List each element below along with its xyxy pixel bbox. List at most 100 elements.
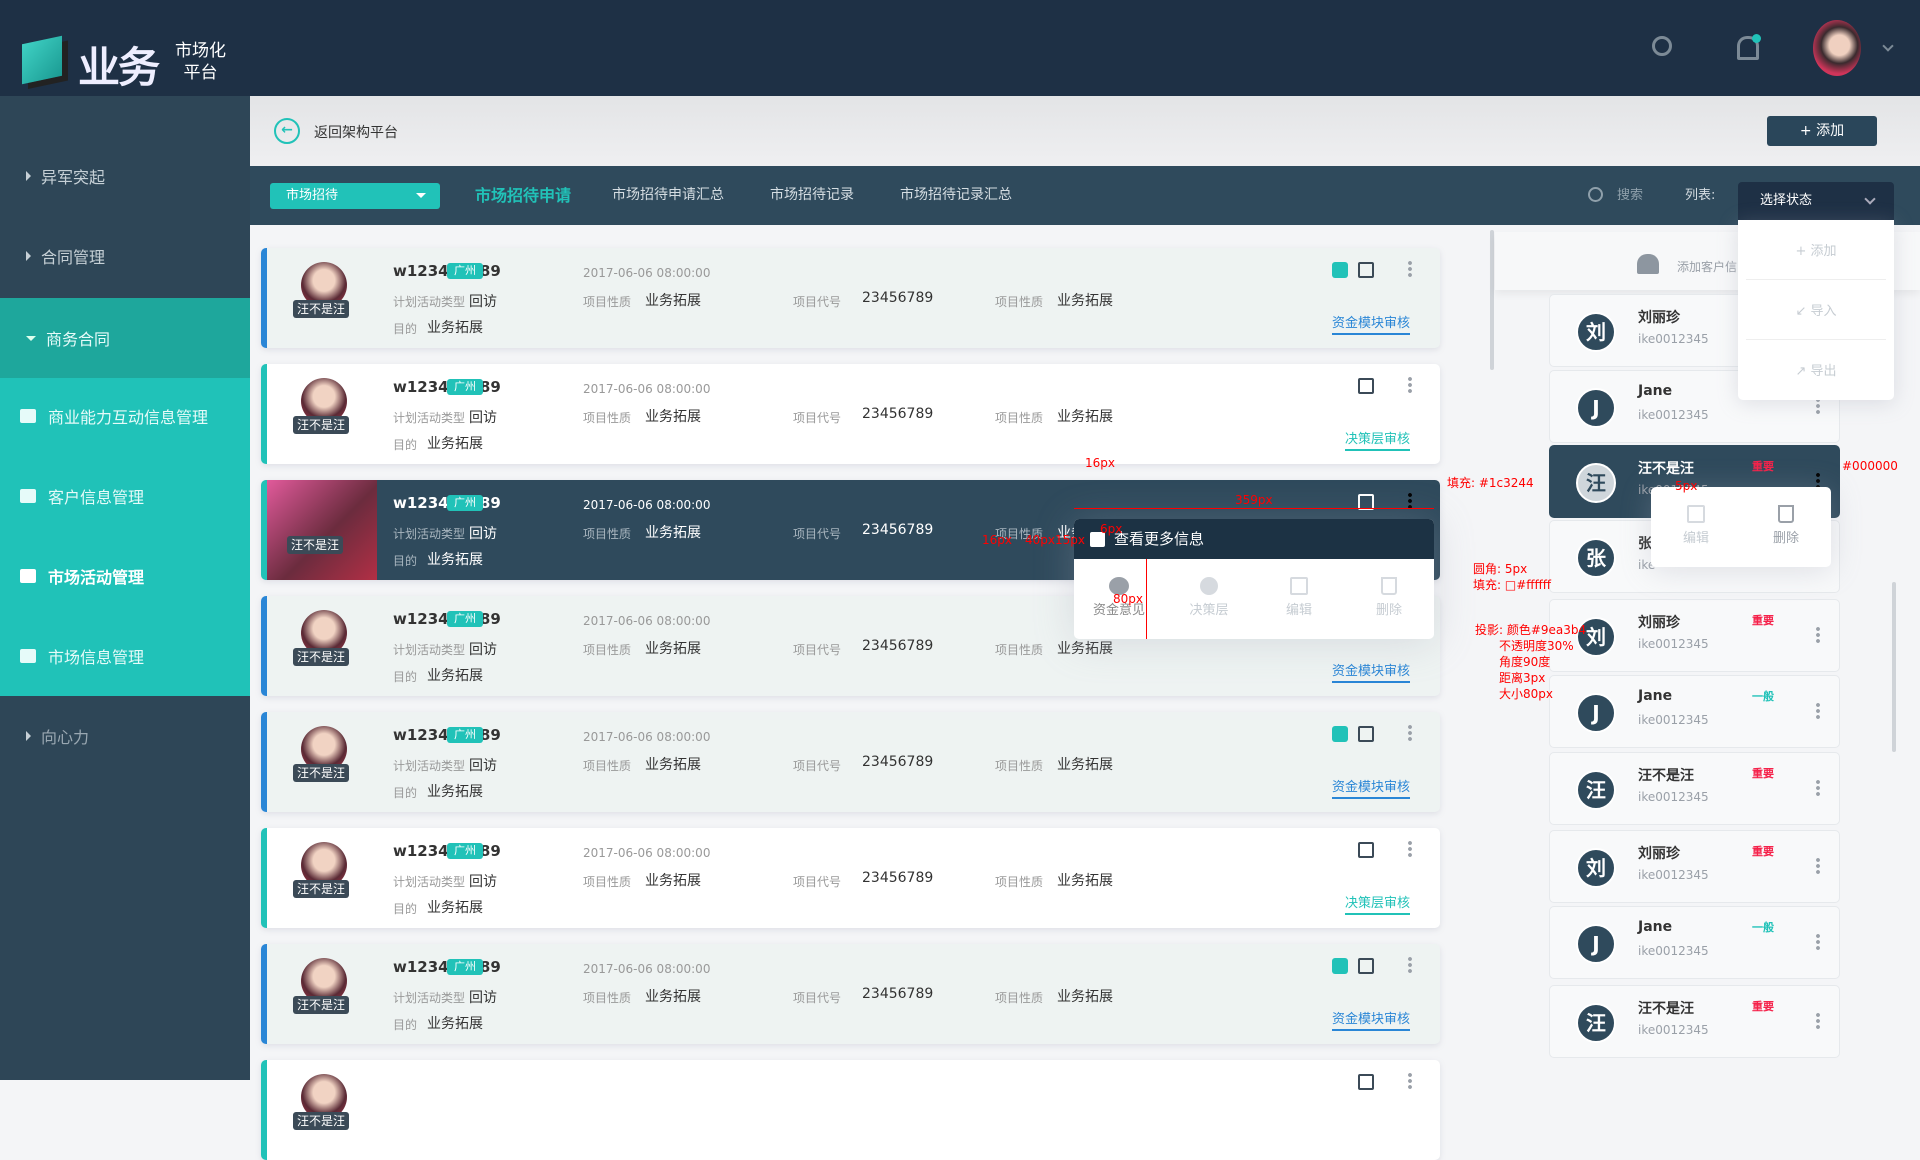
action-edit[interactable]: 编辑 — [1651, 505, 1741, 546]
more-options-icon[interactable] — [1816, 702, 1820, 720]
list-label: 列表: — [1685, 188, 1716, 203]
server-icon — [20, 409, 36, 423]
document-icon[interactable] — [1358, 958, 1374, 974]
label-purpose: 目的 — [393, 902, 418, 916]
document-icon[interactable] — [1358, 262, 1374, 278]
name-tag: 汪不是汪 — [293, 416, 350, 434]
customer-avatar: J — [1576, 924, 1616, 964]
menu-item-export[interactable]: ↗ 导出 — [1738, 360, 1894, 379]
customer-item[interactable]: 刘 刘丽珍 ike0012345 重要 — [1549, 599, 1840, 672]
tab-records[interactable]: 市场招待记录 — [770, 166, 854, 225]
activity-card[interactable]: 汪不是汪 w123456789 广州 2017-06-06 08:00:00 计… — [261, 248, 1440, 348]
review-link[interactable]: 决策层审核 — [1344, 892, 1410, 915]
review-link[interactable]: 决策层审核 — [1344, 428, 1410, 451]
more-options-icon[interactable] — [1408, 260, 1412, 278]
support-agent-icon — [1200, 577, 1218, 595]
label-nature: 项目性质 — [583, 527, 632, 541]
value-type: 回访 — [469, 874, 497, 890]
edit-icon — [1290, 577, 1308, 595]
label-nature: 项目性质 — [583, 643, 632, 657]
customer-scrollbar[interactable] — [1892, 582, 1896, 752]
customer-item[interactable]: 刘 刘丽珍 ike0012345 重要 — [1549, 830, 1840, 903]
label-type: 计划活动类型 — [393, 991, 466, 1005]
chevron-down-icon — [1864, 193, 1876, 205]
chevron-down-icon[interactable] — [1882, 40, 1894, 52]
label-code: 项目代号 — [793, 759, 842, 773]
value-type: 回访 — [469, 526, 497, 542]
action-edit[interactable]: 编辑 — [1254, 577, 1344, 618]
review-link[interactable]: 资金模块审核 — [1331, 776, 1410, 799]
sidebar-item-market-activity[interactable]: 市场活动管理 — [0, 536, 250, 616]
caret-right-icon — [26, 171, 31, 181]
more-options-icon[interactable] — [1408, 956, 1412, 974]
sidebar-item-business-contract[interactable]: 商务合同 — [0, 298, 250, 378]
customer-item[interactable]: 汪 汪不是汪 ike0012345 重要 — [1549, 752, 1840, 825]
label-code: 项目代号 — [793, 991, 842, 1005]
menu-item-add[interactable]: + 添加 — [1738, 240, 1894, 259]
status-select[interactable]: 选择状态 — [1738, 182, 1894, 220]
link-icon[interactable] — [1332, 262, 1348, 278]
more-options-icon[interactable] — [1408, 840, 1412, 858]
tab-apply[interactable]: 市场招待申请 — [475, 166, 571, 225]
action-delete[interactable]: 删除 — [1344, 577, 1434, 618]
sidebar-item-yijun[interactable]: 异军突起 — [0, 136, 250, 216]
more-options-icon[interactable] — [1816, 857, 1820, 875]
activity-card[interactable]: 汪不是汪 w123456789 广州 2017-06-06 08:00:00 计… — [261, 712, 1440, 812]
city-badge: 广州 — [447, 495, 483, 511]
back-link[interactable]: 返回架构平台 — [314, 122, 398, 142]
annotation: 5px — [1675, 479, 1698, 493]
sidebar-item-capability[interactable]: 商业能力互动信息管理 — [0, 376, 250, 456]
search-icon[interactable] — [1652, 36, 1672, 56]
customer-item[interactable]: 汪 汪不是汪 ike0012345 重要 — [1549, 985, 1840, 1058]
annotation: 15px — [1055, 533, 1085, 547]
add-button[interactable]: + 添加 — [1767, 116, 1877, 146]
customer-item[interactable]: J Jane ike0012345 一般 — [1549, 906, 1840, 979]
sidebar-item-market-info[interactable]: 市场信息管理 — [0, 616, 250, 696]
popup-header[interactable]: 查看更多信息 — [1074, 519, 1434, 559]
add-user-icon[interactable] — [1637, 254, 1659, 274]
add-customer-link[interactable]: 添加客户信息 — [1677, 258, 1737, 275]
review-link[interactable]: 资金模块审核 — [1331, 660, 1410, 683]
customer-name: 刘丽珍 — [1638, 846, 1680, 862]
sidebar-item-customer[interactable]: 客户信息管理 — [0, 456, 250, 536]
annotation: 填充: □#ffffff — [1473, 578, 1552, 592]
activity-card[interactable]: 汪不是汪 w123456789 广州 2017-06-06 08:00:00 计… — [261, 944, 1440, 1044]
more-options-icon[interactable] — [1816, 1012, 1820, 1030]
avatar[interactable] — [1813, 20, 1861, 76]
value-code: 23456789 — [862, 522, 934, 538]
action-delete[interactable]: 删除 — [1741, 505, 1831, 546]
tab-apply-summary[interactable]: 市场招待申请汇总 — [612, 166, 724, 225]
review-link[interactable]: 资金模块审核 — [1331, 1008, 1410, 1031]
customer-item[interactable]: J Jane ike0012345 一般 — [1549, 675, 1840, 748]
sidebar-item-contract[interactable]: 合同管理 — [0, 216, 250, 296]
value-purpose: 业务拓展 — [427, 900, 483, 916]
document-icon[interactable] — [1358, 1074, 1374, 1090]
more-options-icon[interactable] — [1816, 626, 1820, 644]
more-options-icon[interactable] — [1408, 1072, 1412, 1090]
tab-bar: 市场招待 市场招待申请 市场招待申请汇总 市场招待记录 市场招待记录汇总 搜索 … — [250, 166, 1920, 225]
tab-records-summary[interactable]: 市场招待记录汇总 — [900, 166, 1012, 225]
more-options-icon[interactable] — [1816, 779, 1820, 797]
list-scrollbar[interactable] — [1490, 230, 1494, 370]
document-icon[interactable] — [1358, 842, 1374, 858]
search-input[interactable]: 搜索 — [1617, 166, 1643, 225]
name-tag: 汪不是汪 — [293, 648, 350, 666]
action-decision[interactable]: 决策层 — [1164, 577, 1254, 618]
more-options-icon[interactable] — [1816, 933, 1820, 951]
search-icon[interactable] — [1588, 187, 1603, 202]
more-options-icon[interactable] — [1408, 724, 1412, 742]
back-arrow-icon[interactable]: ← — [274, 118, 300, 144]
category-select[interactable]: 市场招待 — [270, 183, 440, 209]
menu-item-import[interactable]: ↙ 导入 — [1738, 300, 1894, 319]
more-options-icon[interactable] — [1408, 376, 1412, 394]
document-icon[interactable] — [1358, 378, 1374, 394]
document-icon[interactable] — [1358, 726, 1374, 742]
activity-card[interactable]: 汪不是汪 w123456789 广州 2017-06-06 08:00:00 计… — [261, 364, 1440, 464]
activity-card[interactable]: 汪不是汪 — [261, 1060, 1440, 1160]
sidebar-item-xiangxinli[interactable]: 向心力 — [0, 696, 250, 776]
city-badge: 广州 — [447, 843, 483, 859]
link-icon[interactable] — [1332, 726, 1348, 742]
review-link[interactable]: 资金模块审核 — [1331, 312, 1410, 335]
link-icon[interactable] — [1332, 958, 1348, 974]
activity-card[interactable]: 汪不是汪 w123456789 广州 2017-06-06 08:00:00 计… — [261, 828, 1440, 928]
